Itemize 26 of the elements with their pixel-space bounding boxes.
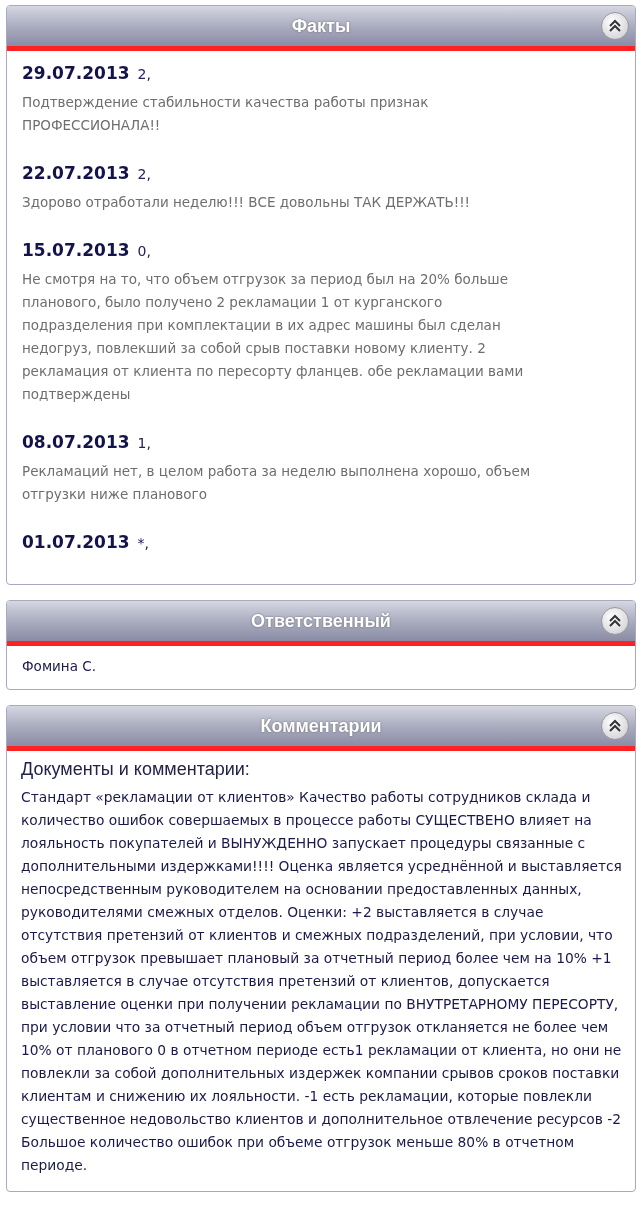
fact-score: 1, (137, 435, 151, 451)
fact-score: 2, (137, 66, 151, 82)
fact-score: *, (137, 535, 149, 551)
double-chevron-up-icon (608, 614, 622, 628)
fact-date: 08.07.2013 (22, 432, 130, 452)
collapse-button[interactable] (601, 12, 629, 40)
fact-date: 29.07.2013 (22, 63, 130, 83)
fact-text: Не смотря на то, что объем отгрузок за период был на 20% больше планового, было получено 2 рекламации 1 от курганского подразделения при комплектации в их адрес машины был сделан недогруз, повлекший за собой срыв поставки новому клиенту. 2 рекламация от клиента по пересорту фланцев. обе рекламации вами подтверждены (22, 270, 525, 404)
double-chevron-up-icon (608, 719, 622, 733)
responsible-name: Фомина С. (22, 658, 96, 674)
fact-text: Здорово отработали неделю!!! ВСЕ довольны ТАК ДЕРЖАТЬ!!! (22, 193, 472, 212)
fact-score: 0, (137, 243, 151, 259)
fact-date: 01.07.2013 (22, 532, 130, 552)
fact-date: 22.07.2013 (22, 163, 130, 183)
panel-title: Комментарии (260, 715, 382, 737)
collapse-button[interactable] (601, 607, 629, 635)
comments-text: Стандарт «рекламации от клиентов» Качество работы сотрудников склада и количество ошибок совершаемых в процессе работы СУЩЕСТВЕНО влияет на лояльность покупателей и ВЫНУЖДЕННО запускает процедуры связанные с дополнительными издержками!!!! Оценка является усреднённой и выставляется непосредственным руководителем на основании предоставленных данных, руководителями смежных отделов. Оценки: +2 выставляется в случае отсутствия претензий от клиентов и смежных подразделений, при условии, что объем отгрузок превышает плановый за отчетный период более чем на 10% +1 выставляется в случае отсутствия претензий от клиентов, допускается выставление оценки при получении рекламации по ВНУТРЕТАРНОМУ ПЕРЕСОРТУ, при условии что за отчетный период объем отгрузок откланяется не более чем 10% от планового 0 в отчетном периоде есть1 рекламации от клиента, но они не повлекли за собой дополнительных издержек компании срывов сроков поставки клиентам и снижению их лояльности. -1 есть рекламации, которые повлекли существенное недовольство клиентов и дополнительное отвлечение ресурсов -2 Большое количество ошибок при объеме отгрузок меньше 80% в отчетном периоде. (21, 788, 623, 1175)
fact-score: 2, (137, 166, 151, 182)
fact-date: 15.07.2013 (22, 240, 130, 260)
collapse-button[interactable] (601, 712, 629, 740)
fact-text: Рекламаций нет, в целом работа за неделю выполнена хорошо, объем отгрузки ниже планового (22, 462, 532, 504)
double-chevron-up-icon (608, 19, 622, 33)
panel-title: Ответственный (251, 610, 391, 632)
comments-heading: Документы и комментарии: (21, 759, 251, 780)
panel-title: Факты (291, 15, 351, 37)
fact-text: Подтверждение стабильности качества работы признак ПРОФЕССИОНАЛА!! (22, 93, 430, 135)
